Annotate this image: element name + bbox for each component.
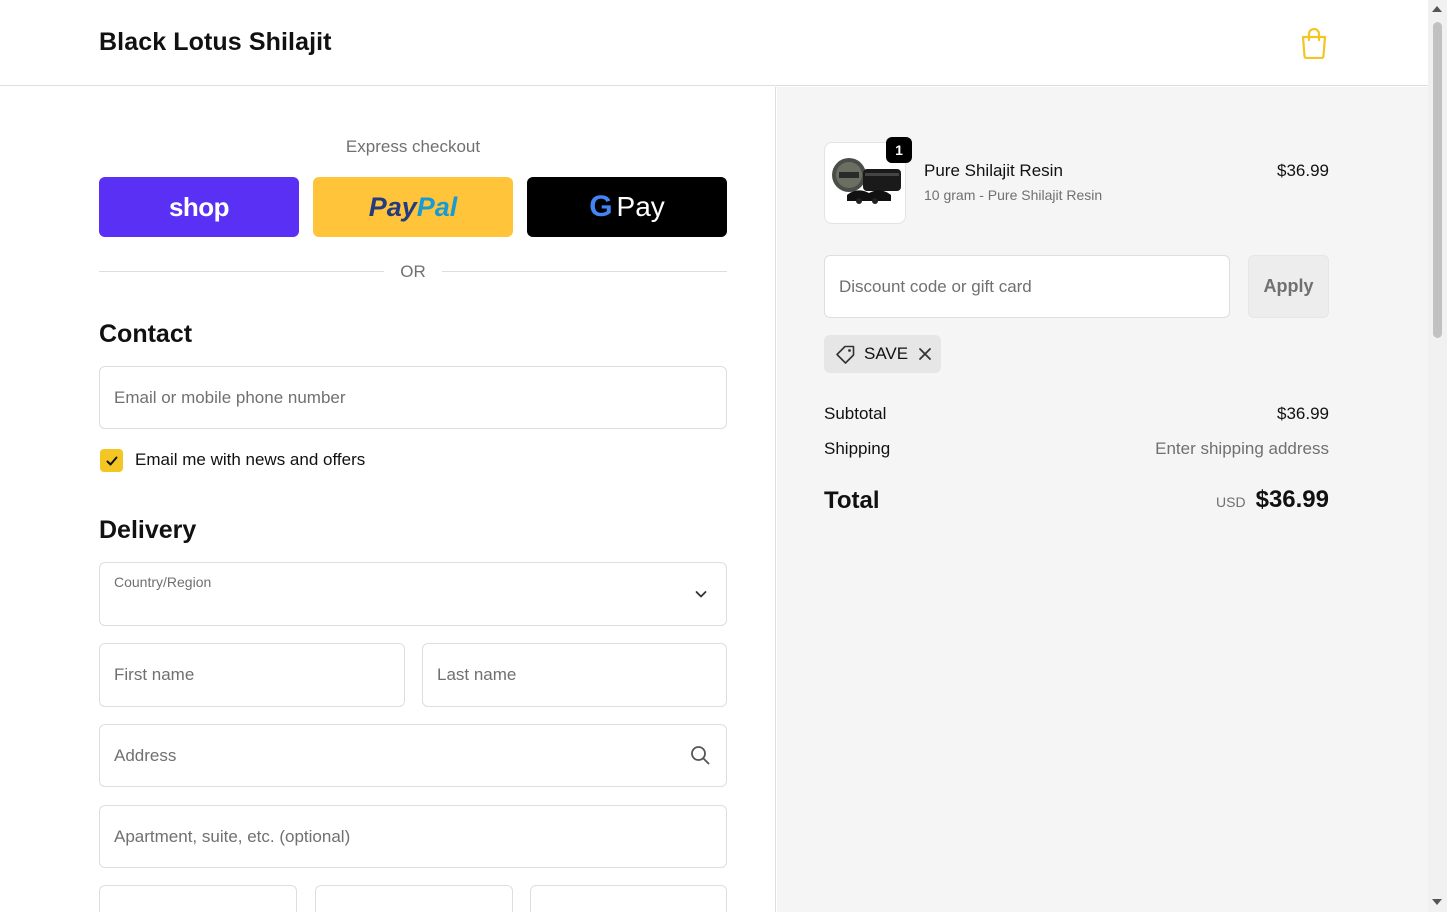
scrollbar[interactable] — [1428, 0, 1447, 912]
last-name-field[interactable]: Last name — [422, 643, 727, 707]
subtotal-label: Subtotal — [824, 404, 887, 423]
google-pay-button[interactable]: G Pay — [527, 177, 727, 237]
paypal-label-part1: Pay — [368, 191, 417, 222]
total-currency: USD — [1216, 494, 1246, 510]
chevron-down-icon — [695, 591, 707, 598]
divider-left — [99, 271, 384, 272]
brand-title[interactable]: Black Lotus Shilajit — [99, 28, 332, 57]
applied-discount-code: SAVE — [864, 344, 909, 363]
google-pay-label: Pay — [616, 191, 665, 222]
paypal-button[interactable]: Pay Pal — [313, 177, 513, 237]
checkout-form: Express checkout shop Pay Pal G Pay OR Co… — [0, 87, 776, 912]
apartment-placeholder: Apartment, suite, etc. (optional) — [114, 826, 351, 846]
discount-placeholder: Discount code or gift card — [839, 277, 1032, 296]
delivery-title: Delivery — [99, 516, 197, 544]
checkmark-icon — [106, 456, 117, 465]
apartment-field[interactable]: Apartment, suite, etc. (optional) — [99, 805, 727, 868]
total-label: Total — [824, 487, 880, 514]
search-icon — [691, 746, 710, 765]
first-name-placeholder: First name — [114, 665, 195, 684]
state-field[interactable] — [315, 885, 513, 912]
news-offers-label[interactable]: Email me with news and offers — [135, 450, 365, 470]
discount-code-input[interactable]: Discount code or gift card — [824, 255, 1230, 318]
product-price: $36.99 — [1277, 161, 1329, 180]
news-offers-checkbox[interactable] — [100, 449, 123, 472]
express-checkout-title: Express checkout — [345, 137, 481, 156]
address-placeholder: Address — [114, 745, 177, 765]
apply-discount-button[interactable]: Apply — [1248, 255, 1329, 318]
product-name: Pure Shilajit Resin — [924, 161, 1063, 180]
product-variant: 10 gram - Pure Shilajit Resin — [924, 187, 1103, 203]
city-field[interactable] — [99, 885, 297, 912]
shipping-value: Enter shipping address — [1155, 439, 1329, 458]
tag-icon — [836, 345, 855, 364]
shop-pay-button[interactable]: shop — [99, 177, 299, 237]
or-divider-label: OR — [400, 262, 426, 281]
scroll-down-arrow-icon[interactable] — [1432, 899, 1442, 905]
total-value: USD $36.99 — [1216, 486, 1329, 514]
last-name-placeholder: Last name — [437, 665, 517, 684]
address-field[interactable]: Address — [99, 724, 727, 787]
country-region-label: Country/Region — [114, 574, 212, 590]
remove-discount-icon[interactable] — [918, 347, 932, 361]
divider-right — [442, 271, 727, 272]
paypal-label-part2: Pal — [416, 191, 458, 222]
zip-code-field[interactable] — [530, 885, 727, 912]
google-g-icon: G — [589, 190, 613, 223]
total-amount: $36.99 — [1255, 486, 1329, 513]
quantity-badge: 1 — [886, 137, 912, 163]
shipping-label: Shipping — [824, 439, 891, 458]
scrollbar-thumb[interactable] — [1433, 22, 1442, 338]
subtotal-value: $36.99 — [1277, 404, 1329, 423]
header: Black Lotus Shilajit — [0, 0, 1428, 86]
email-field[interactable]: Email or mobile phone number — [99, 366, 727, 429]
shopping-bag-icon[interactable] — [1299, 27, 1329, 59]
contact-title: Contact — [99, 320, 193, 348]
order-summary: 1 Pure Shilajit Resin 10 gram - Pure Shi… — [777, 87, 1428, 912]
scroll-up-arrow-icon[interactable] — [1432, 6, 1442, 12]
first-name-field[interactable]: First name — [99, 643, 405, 707]
applied-discount-chip: SAVE — [824, 335, 941, 373]
email-placeholder: Email or mobile phone number — [114, 387, 346, 407]
country-region-select[interactable]: Country/Region — [99, 562, 727, 626]
shop-pay-label: shop — [168, 191, 230, 222]
